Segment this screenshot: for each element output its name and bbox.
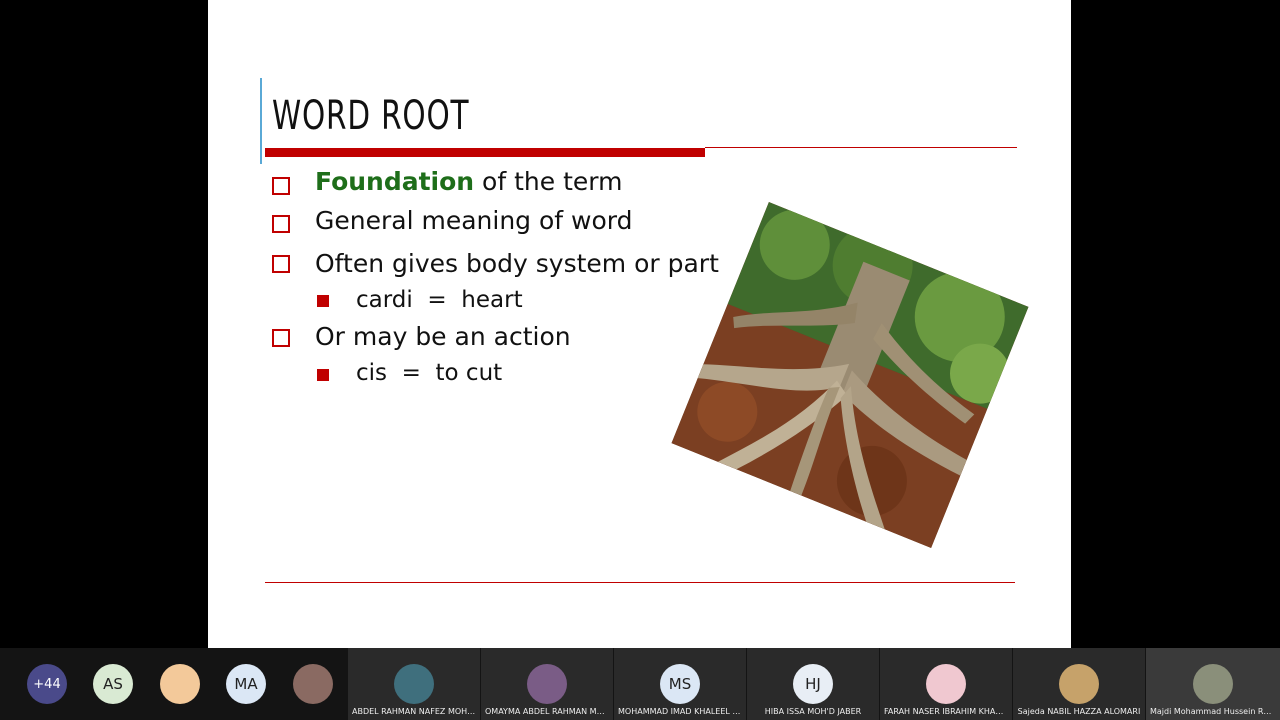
participant-avatar[interactable] [160,664,200,704]
subbullet-square-icon [317,295,329,307]
tree-roots-photo [671,202,1029,548]
participant-tile[interactable]: FARAH NASER IBRAHIM KHASHAS... [880,648,1012,720]
participant-avatar [394,664,434,704]
title-underline-thin [705,147,1017,148]
bullet-box-icon [272,177,290,195]
participant-name: FARAH NASER IBRAHIM KHASHAS... [884,707,1012,716]
participant-name: Majdi Mohammad Hussein Rababa [1150,707,1280,716]
participant-tile[interactable]: OMAYMA ABDEL RAHMAN MUSTA... [481,648,613,720]
participant-name: ABDEL RAHMAN NAFEZ MOHAMM... [352,707,480,716]
bullet-foundation: Foundation of the term [315,167,622,196]
participant-avatar [527,664,567,704]
participant-avatar [1193,664,1233,704]
participants-bar: +44 AS MA ABDEL RAHMAN NAFEZ MOHAMM... O… [0,648,1280,720]
bullet-highlight: Foundation [315,167,475,196]
participant-avatar: HJ [793,664,833,704]
bullet-box-icon [272,255,290,273]
presentation-slide: WORD ROOT Foundation of the term General… [208,0,1071,648]
participant-tile[interactable]: Sajeda NABIL HAZZA ALOMARI [1013,648,1145,720]
more-participants-button[interactable]: +44 [27,664,67,704]
tree-roots-image [671,202,1029,548]
participant-avatar[interactable]: AS [93,664,133,704]
bullet-body-system: Often gives body system or part [315,249,719,278]
participant-avatar[interactable]: MA [226,664,266,704]
participant-avatar [1059,664,1099,704]
participant-tile[interactable]: ABDEL RAHMAN NAFEZ MOHAMM... [348,648,480,720]
bullet-general-meaning: General meaning of word [315,206,633,235]
participant-avatar [926,664,966,704]
participant-tile[interactable]: MS MOHAMMAD IMAD KHALEEL SALEM [614,648,746,720]
slide-footer-line [265,582,1015,583]
participant-name: OMAYMA ABDEL RAHMAN MUSTA... [485,707,613,716]
title-underline-bar [265,148,705,157]
participant-name: Sajeda NABIL HAZZA ALOMARI [1017,707,1141,716]
title-accent-line [260,78,262,164]
participant-name: HIBA ISSA MOH'D JABER [764,707,862,716]
bullet-box-icon [272,215,290,233]
participant-name: MOHAMMAD IMAD KHALEEL SALEM [618,707,746,716]
bullet-box-icon [272,329,290,347]
participant-avatar: MS [660,664,700,704]
participant-tile-active-speaker[interactable]: Majdi Mohammad Hussein Rababa [1146,648,1280,720]
slide-title: WORD ROOT [272,93,470,139]
bullet-action: Or may be an action [315,322,571,351]
bullet-text: of the term [474,167,623,196]
subbullet-square-icon [317,369,329,381]
participant-avatar[interactable] [293,664,333,704]
subbullet-cis: cis = to cut [356,360,503,386]
subbullet-cardi: cardi = heart [356,287,523,313]
participant-tile[interactable]: HJ HIBA ISSA MOH'D JABER [747,648,879,720]
